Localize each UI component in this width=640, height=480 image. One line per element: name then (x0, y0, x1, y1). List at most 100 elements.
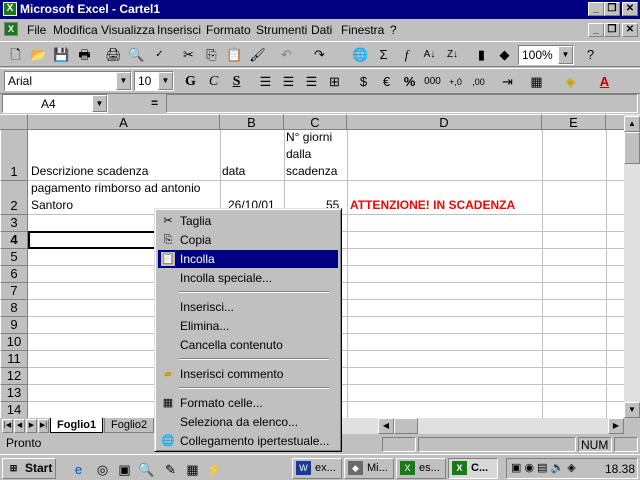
cell-a2-line2[interactable]: Santoro (31, 197, 73, 214)
last-sheet-icon[interactable]: ▶| (38, 419, 49, 433)
cell-d2[interactable]: ATTENZIONE! IN SCADENZA (350, 197, 515, 214)
spelling-icon[interactable]: ✓ (149, 45, 170, 65)
formula-input[interactable] (166, 94, 638, 113)
borders-icon[interactable]: ▦ (526, 72, 547, 92)
print-icon[interactable]: 🖨 (103, 45, 124, 65)
row-header-5[interactable]: 5 (0, 249, 28, 266)
ctx-cancella-contenuto[interactable]: Cancella contenuto (158, 336, 338, 354)
undo-icon[interactable]: ↶ (276, 45, 297, 65)
row-header-2[interactable]: 2 (0, 181, 28, 215)
cut-icon[interactable]: ✂ (178, 45, 199, 65)
underline-button[interactable]: S (226, 72, 247, 92)
menu-dati[interactable]: Dati (311, 23, 332, 37)
font-color-icon[interactable]: A (594, 72, 615, 92)
office-assistant-icon[interactable]: ? (580, 45, 601, 65)
align-right-icon[interactable]: ☰ (301, 72, 322, 92)
fill-color-icon[interactable]: ◈ (560, 72, 581, 92)
chevron-down-icon[interactable]: ▼ (158, 72, 173, 90)
column-header-b[interactable]: B (220, 114, 284, 130)
menu-inserisci[interactable]: Inserisci (157, 23, 201, 37)
select-all-corner[interactable] (0, 114, 28, 130)
doc-minimize-button[interactable]: _ (588, 23, 604, 37)
workbook-icon[interactable]: X (4, 22, 18, 36)
scroll-up-icon[interactable]: ▲ (624, 116, 640, 132)
hyperlink-toolbar-icon[interactable]: 🌐 (350, 45, 371, 65)
decrease-decimal-icon[interactable]: ,00 (468, 72, 489, 92)
autosum-icon[interactable]: Σ (373, 45, 394, 65)
menu-modifica[interactable]: Modifica (53, 23, 98, 37)
row-header-10[interactable]: 10 (0, 334, 28, 351)
column-header-d[interactable]: D (347, 114, 542, 130)
ctx-collegamento-ipertestuale[interactable]: 🌐 Collegamento ipertestuale... (158, 432, 338, 450)
next-sheet-icon[interactable]: ▶ (26, 419, 37, 433)
ctx-incolla[interactable]: 📋 Incolla (158, 250, 338, 268)
start-button[interactable]: ⊞ Start (2, 458, 56, 479)
chevron-down-icon[interactable]: ▼ (558, 46, 573, 64)
currency-icon[interactable]: $ (353, 72, 374, 92)
open-icon[interactable]: 📂 (28, 45, 49, 65)
doc-restore-button[interactable]: ❐ (604, 23, 620, 37)
copy-toolbar-icon[interactable]: ⎘ (201, 45, 222, 65)
chevron-down-icon[interactable]: ▼ (116, 72, 131, 90)
notepad-icon[interactable]: ✎ (160, 460, 181, 480)
ctx-inserisci-commento[interactable]: ▰ Inserisci commento (158, 365, 338, 383)
row-header-3[interactable]: 3 (0, 215, 28, 232)
taskbar-excel-active-button[interactable]: X C... (448, 458, 498, 479)
redo-icon[interactable]: ↷ (309, 45, 330, 65)
menu-visualizza[interactable]: Visualizza (101, 23, 155, 37)
print-preview-icon[interactable]: 🖶 (74, 45, 95, 65)
app-icon[interactable]: ▦ (182, 460, 203, 480)
column-header-a[interactable]: A (28, 114, 220, 130)
chart-wizard-icon[interactable]: ▮ (471, 45, 492, 65)
minimize-button[interactable]: _ (588, 2, 604, 16)
indent-icon[interactable]: ⇥ (497, 72, 518, 92)
ctx-incolla-speciale[interactable]: Incolla speciale... (158, 269, 338, 287)
row-header-9[interactable]: 9 (0, 317, 28, 334)
scroll-left-icon[interactable]: ◀ (378, 418, 394, 434)
restore-button[interactable]: ❐ (604, 2, 620, 16)
align-center-icon[interactable]: ☰ (278, 72, 299, 92)
zoom-preview-icon[interactable]: 🔍 (126, 45, 147, 65)
excel-app-icon[interactable]: X (3, 2, 17, 16)
cell-b1[interactable]: data (222, 163, 245, 180)
increase-decimal-icon[interactable]: +,0 (445, 72, 466, 92)
horizontal-scrollbar[interactable]: ◀ ▶ (342, 418, 624, 434)
menu-formato[interactable]: Formato (206, 23, 251, 37)
row-header-6[interactable]: 6 (0, 266, 28, 283)
cell-c1[interactable]: N° giorni dalla scadenza (286, 129, 346, 180)
taskbar-mi-button[interactable]: ◆ Mi... (344, 458, 394, 479)
ie-icon[interactable]: e (68, 460, 89, 480)
row-header-13[interactable]: 13 (0, 385, 28, 402)
taskbar-word-button[interactable]: W ex... (292, 458, 342, 479)
ctx-formato-celle[interactable]: ▦ Formato celle... (158, 394, 338, 412)
row-header-14[interactable]: 14 (0, 402, 28, 418)
merge-center-icon[interactable]: ⊞ (324, 72, 345, 92)
column-header-f[interactable] (606, 114, 624, 130)
column-header-c[interactable]: C (284, 114, 347, 130)
column-header-e[interactable]: E (542, 114, 606, 130)
save-icon[interactable]: 💾 (51, 45, 72, 65)
menu-strumenti[interactable]: Strumenti (256, 23, 307, 37)
hscroll-thumb[interactable] (394, 418, 418, 434)
align-left-icon[interactable]: ☰ (255, 72, 276, 92)
vertical-scrollbar[interactable]: ▲ ▼ (624, 114, 640, 418)
sheet-tab-foglio2[interactable]: Foglio2 (104, 418, 155, 433)
taskbar-es-button[interactable]: X es... (396, 458, 446, 479)
desktop-icon[interactable]: ▣ (114, 460, 135, 480)
cell-a1[interactable]: Descrizione scadenza (31, 163, 148, 180)
sort-ascending-icon[interactable]: A↓ (419, 45, 440, 65)
formula-equals[interactable]: = (151, 96, 158, 110)
explorer-icon[interactable]: 🔍 (136, 460, 157, 480)
sort-descending-icon[interactable]: Z↓ (442, 45, 463, 65)
row-header-12[interactable]: 12 (0, 368, 28, 385)
menu-finestra[interactable]: Finestra (341, 23, 384, 37)
doc-close-button[interactable]: ✕ (622, 23, 638, 37)
row-header-11[interactable]: 11 (0, 351, 28, 368)
ctx-copia[interactable]: ⎘ Copia (158, 231, 338, 249)
thousands-icon[interactable]: 000 (422, 72, 443, 92)
outlook-icon[interactable]: ◎ (92, 460, 113, 480)
format-painter-icon[interactable]: 🖌 (247, 45, 268, 65)
ctx-seleziona-da-elenco[interactable]: Seleziona da elenco... (158, 413, 338, 431)
ctx-taglia[interactable]: ✂ Taglia (158, 212, 338, 230)
scroll-down-icon[interactable]: ▼ (624, 402, 640, 418)
